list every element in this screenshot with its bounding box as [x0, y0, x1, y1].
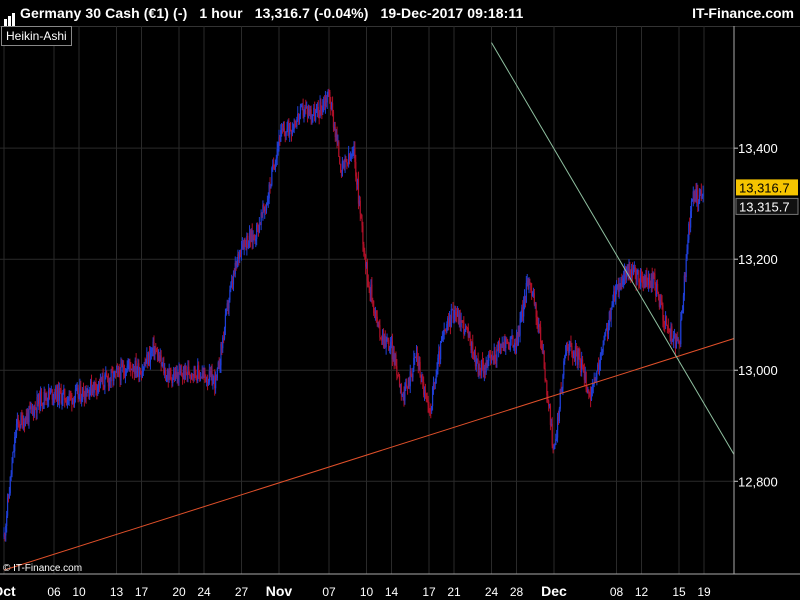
candle-body [554, 444, 556, 446]
trendlines [3, 42, 735, 571]
candle-body [440, 341, 442, 360]
candle-body [40, 392, 43, 404]
candle-body [338, 142, 340, 157]
title-line: Germany 30 Cash (€1) (-) 1 hour 13,316.7… [20, 5, 523, 21]
candle-body [12, 451, 14, 463]
candle-body [685, 259, 687, 277]
x-tick-label: 10 [72, 585, 86, 599]
candle-body [469, 332, 471, 339]
candle-body [428, 405, 430, 409]
candle-body [224, 314, 227, 328]
x-tick-label: 19 [697, 585, 711, 599]
x-tick-label: 12 [635, 585, 649, 599]
candle-body [636, 274, 638, 285]
candle-body [602, 344, 604, 352]
last-price-label: 13,316.7 [739, 180, 790, 195]
candle-body [359, 200, 361, 214]
candle-body [680, 319, 682, 345]
candle-body [396, 366, 398, 376]
candle-body [368, 285, 370, 288]
candle-body [11, 462, 13, 475]
candle-body [690, 200, 693, 212]
candle-body [86, 392, 88, 397]
candle-body [665, 316, 668, 326]
title-bar: Germany 30 Cash (€1) (-) 1 hour 13,316.7… [0, 0, 800, 27]
x-tick-label: 17 [422, 585, 436, 599]
x-tick-label: Dec [541, 583, 567, 599]
candle-body [603, 340, 605, 345]
x-tick-label: Nov [266, 583, 293, 599]
reference-price-label: 13,315.7 [739, 199, 790, 214]
candle-body [540, 327, 542, 342]
bars-icon [4, 8, 16, 26]
candle-body [450, 309, 452, 327]
candle-body [419, 361, 421, 376]
y-tick-label: 13,200 [738, 252, 778, 267]
resistance-trendline [491, 42, 735, 455]
candle-body [362, 225, 364, 245]
candle-body [464, 332, 466, 334]
candle-body [216, 368, 218, 378]
chart-grid [0, 26, 734, 574]
x-tick-label: 10 [360, 585, 374, 599]
y-tick-label: 12,800 [738, 474, 778, 489]
candle-body [315, 112, 317, 121]
x-tick-label: 15 [672, 585, 686, 599]
brand-name: IT-Finance.com [692, 5, 794, 21]
x-tick-label: 08 [610, 585, 624, 599]
timeframe: 1 hour [199, 5, 243, 21]
x-tick-label: 24 [197, 585, 211, 599]
y-tick-label: 13,000 [738, 363, 778, 378]
x-tick-label: 06 [47, 585, 61, 599]
instrument-name: Germany 30 Cash (€1) (-) [20, 5, 188, 21]
candle-body [702, 193, 704, 197]
copyright: © IT-Finance.com [3, 563, 83, 574]
candle-body [551, 423, 553, 446]
x-tick-label: 14 [385, 585, 399, 599]
x-tick-label: 28 [510, 585, 524, 599]
candle-body [379, 324, 381, 338]
candle-body [265, 205, 268, 211]
x-tick-label: 21 [447, 585, 461, 599]
indicator-label[interactable]: Heikin-Ashi [1, 26, 72, 46]
candle-body [596, 370, 598, 380]
x-tick-label: 20 [172, 585, 186, 599]
x-tick-label: 07 [322, 585, 336, 599]
chart-axes: 13,400 13,200 13,000 12,800 Oct 06 10 13 17 20 24 2… [0, 26, 800, 599]
candle-body [299, 106, 302, 115]
x-tick-label: 13 [110, 585, 124, 599]
candle-body [605, 330, 607, 333]
x-tick-label: Oct [0, 583, 16, 599]
candle-body [400, 383, 402, 395]
candle-body [610, 308, 612, 320]
candle-body [339, 156, 341, 164]
candle-body [326, 96, 328, 103]
x-tick-label: 17 [135, 585, 149, 599]
x-tick-label: 24 [485, 585, 499, 599]
candle-body [185, 365, 187, 372]
candle-body [656, 283, 659, 293]
candle-series [3, 88, 704, 542]
datetime: 19-Dec-2017 09:18:11 [380, 5, 524, 21]
y-tick-label: 13,400 [738, 141, 778, 156]
candle-body [698, 194, 701, 203]
price-chart[interactable]: 13,400 13,200 13,000 12,800 Oct 06 10 13 17 20 24 2… [0, 26, 800, 600]
x-tick-label: 27 [235, 585, 249, 599]
quote: 13,316.7 (-0.04%) [254, 5, 369, 21]
candle-body [371, 284, 373, 301]
candle-body [102, 375, 104, 386]
